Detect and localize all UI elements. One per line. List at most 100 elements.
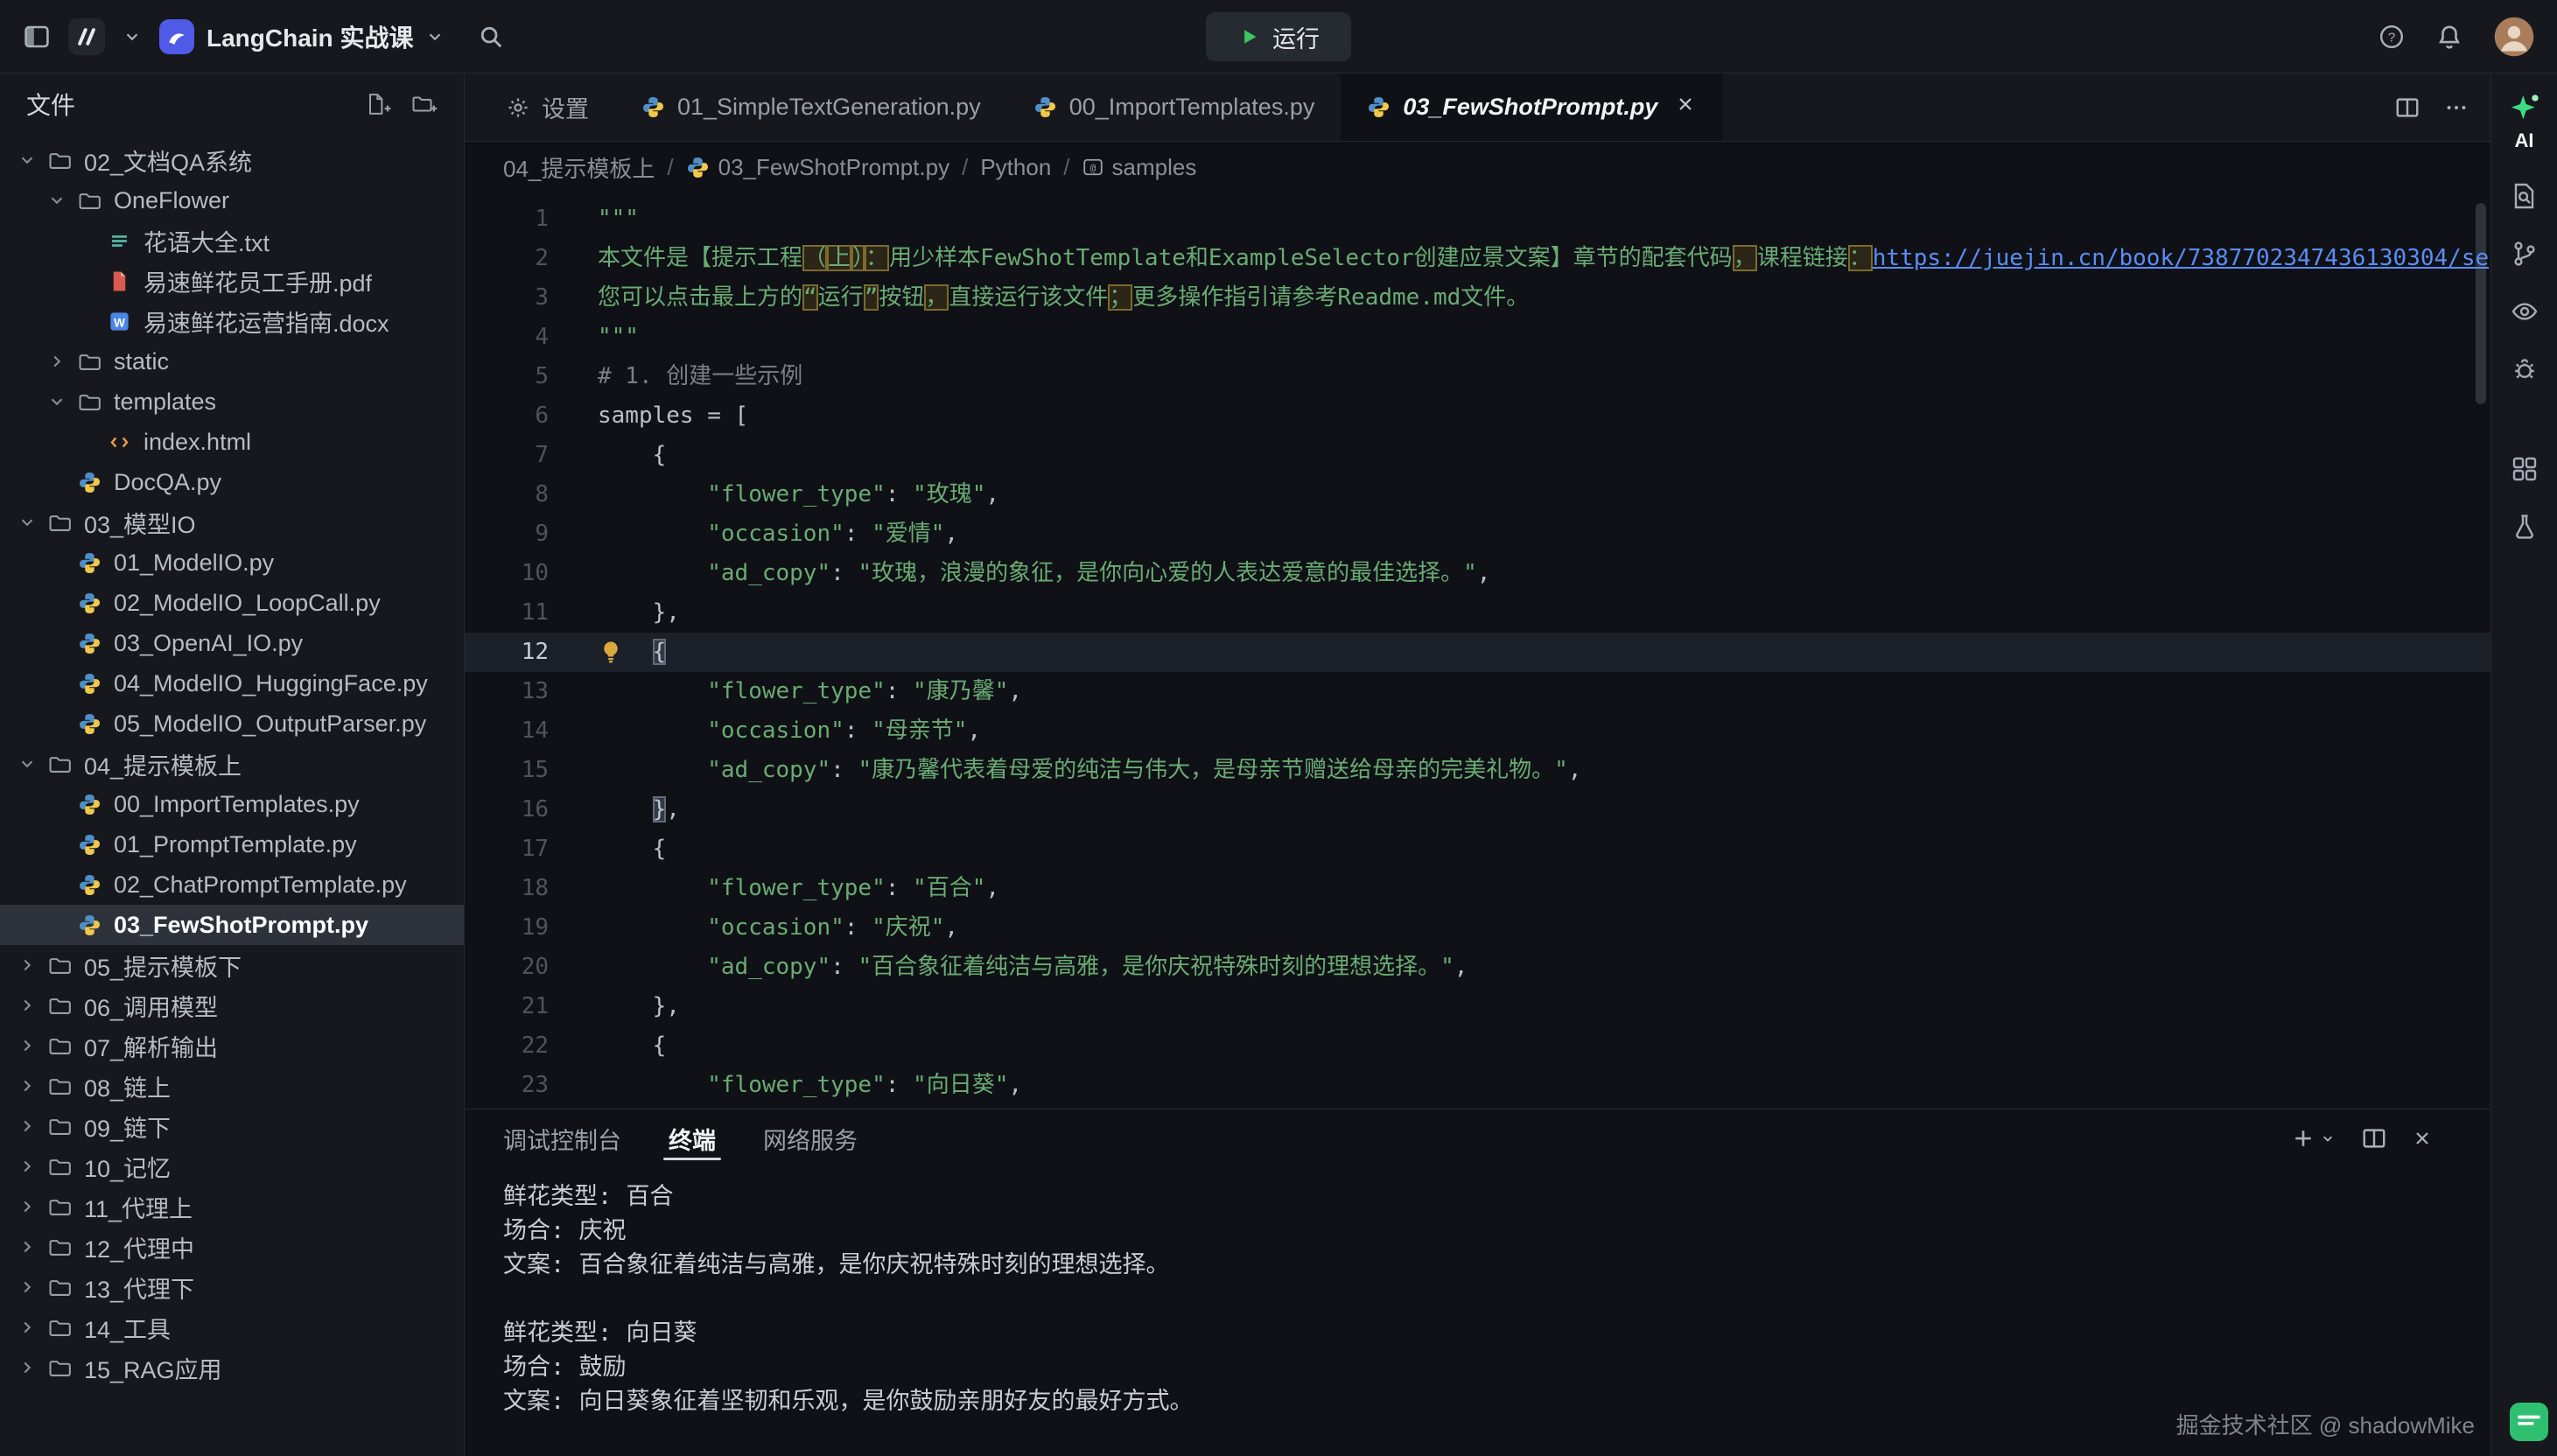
line-number[interactable]: 9 <box>465 514 563 554</box>
tree-item[interactable]: 14_工具 <box>0 1307 464 1348</box>
code-line[interactable]: 14 "occasion": "母亲节", <box>465 711 2490 751</box>
line-number[interactable]: 22 <box>465 1026 563 1066</box>
project-switcher[interactable]: LangChain 实战课 <box>159 19 445 54</box>
tree-item[interactable]: 03_OpenAI_IO.py <box>0 623 464 663</box>
line-number[interactable]: 5 <box>465 357 563 396</box>
user-avatar[interactable] <box>2494 17 2534 57</box>
panel-tab-终端[interactable]: 终端 <box>669 1110 716 1167</box>
tab-00_ImportTemplates.py[interactable]: 00_ImportTemplates.py <box>1007 74 1342 141</box>
line-number[interactable]: 1 <box>465 200 563 239</box>
tree-item[interactable]: 03_FewShotPrompt.py <box>0 905 464 945</box>
line-number[interactable]: 10 <box>465 554 563 593</box>
code-line[interactable]: 5# 1. 创建一些示例 <box>465 357 2490 396</box>
code-line[interactable]: 4""" <box>465 318 2490 357</box>
tree-item[interactable]: static <box>0 341 464 382</box>
line-number[interactable]: 18 <box>465 869 563 908</box>
source-control-icon[interactable] <box>2511 240 2539 268</box>
tab-01_SimpleTextGeneration.py[interactable]: 01_SimpleTextGeneration.py <box>615 74 1007 141</box>
line-number[interactable]: 7 <box>465 436 563 475</box>
code-line[interactable]: 15 "ad_copy": "康乃馨代表着母爱的纯洁与伟大，是母亲节赠送给母亲的… <box>465 751 2490 790</box>
breadcrumb-item[interactable]: 03_FewShotPrompt.py <box>686 154 949 181</box>
breadcrumb-item[interactable]: Python <box>980 154 1051 181</box>
close-icon[interactable] <box>2412 1128 2433 1149</box>
line-number[interactable]: 15 <box>465 751 563 790</box>
line-number[interactable]: 20 <box>465 948 563 987</box>
help-icon[interactable]: ? <box>2378 24 2405 50</box>
breadcrumb-item[interactable]: 04_提示模板上 <box>503 151 655 184</box>
code-line[interactable]: 22 { <box>465 1026 2490 1066</box>
line-number[interactable]: 17 <box>465 830 563 869</box>
code-line[interactable]: 17 { <box>465 830 2490 869</box>
code-line[interactable]: 20 "ad_copy": "百合象征着纯洁与高雅，是你庆祝特殊时刻的理想选择。… <box>465 948 2490 987</box>
test-flask-icon[interactable] <box>2511 513 2539 541</box>
line-number[interactable]: 19 <box>465 908 563 948</box>
code-line[interactable]: 10 "ad_copy": "玫瑰，浪漫的象征，是你向心爱的人表达爱意的最佳选择… <box>465 554 2490 593</box>
code-line[interactable]: 13 "flower_type": "康乃馨", <box>465 672 2490 711</box>
search-icon[interactable] <box>478 24 504 50</box>
tree-item[interactable]: 06_调用模型 <box>0 985 464 1026</box>
debug-bug-icon[interactable] <box>2511 355 2539 383</box>
line-number[interactable]: 21 <box>465 987 563 1026</box>
line-number[interactable]: 23 <box>465 1066 563 1105</box>
tree-item[interactable]: 01_PromptTemplate.py <box>0 824 464 864</box>
code-line[interactable]: 19 "occasion": "庆祝", <box>465 908 2490 948</box>
tree-item[interactable]: 08_链上 <box>0 1066 464 1106</box>
tree-item[interactable]: 07_解析输出 <box>0 1026 464 1066</box>
tree-item[interactable]: 12_代理中 <box>0 1227 464 1267</box>
line-number[interactable]: 4 <box>465 318 563 357</box>
tree-item[interactable]: 05_ModelIO_OutputParser.py <box>0 704 464 744</box>
code-line[interactable]: 21 }, <box>465 987 2490 1026</box>
tree-item[interactable]: 05_提示模板下 <box>0 945 464 985</box>
tree-item[interactable]: 03_模型IO <box>0 502 464 542</box>
line-number[interactable]: 11 <box>465 593 563 633</box>
line-number[interactable]: 2 <box>465 239 563 278</box>
tree-item[interactable]: 10_记忆 <box>0 1146 464 1186</box>
code-editor[interactable]: 1"""2本文件是【提示工程（上）：用少样本FewShotTemplate和Ex… <box>465 192 2490 1109</box>
tree-item[interactable]: 04_ModelIO_HuggingFace.py <box>0 663 464 704</box>
bell-icon[interactable] <box>2436 24 2462 50</box>
code-line[interactable]: 23 "flower_type": "向日葵", <box>465 1066 2490 1105</box>
tree-item[interactable]: 01_ModelIO.py <box>0 542 464 583</box>
more-icon[interactable] <box>2443 94 2469 121</box>
code-line[interactable]: 12 { <box>465 633 2490 672</box>
tree-item[interactable]: DocQA.py <box>0 462 464 502</box>
panel-toggle-icon[interactable] <box>23 23 51 51</box>
chat-widget-icon[interactable] <box>2510 1403 2548 1447</box>
code-line[interactable]: 1""" <box>465 200 2490 239</box>
preview-eye-icon[interactable] <box>2511 298 2539 326</box>
tree-item[interactable]: 02_ChatPromptTemplate.py <box>0 864 464 905</box>
code-line[interactable]: 11 }, <box>465 593 2490 633</box>
breadcrumb-item[interactable]: @samples <box>1082 154 1197 181</box>
tree-item[interactable]: 15_RAG应用 <box>0 1348 464 1388</box>
line-number[interactable]: 3 <box>465 278 563 318</box>
tree-item[interactable]: 02_ModelIO_LoopCall.py <box>0 583 464 623</box>
line-number[interactable]: 6 <box>465 396 563 436</box>
tree-item[interactable]: index.html <box>0 422 464 462</box>
panel-tab-调试控制台[interactable]: 调试控制台 <box>503 1110 621 1167</box>
code-line[interactable]: 6samples = [ <box>465 396 2490 436</box>
file-search-icon[interactable] <box>2511 182 2539 210</box>
close-icon[interactable] <box>1675 94 1696 121</box>
code-line[interactable]: 3您可以点击最上方的“运行”按钮，直接运行该文件；更多操作指引请参考Readme… <box>465 278 2490 318</box>
tree-item[interactable]: 09_链下 <box>0 1106 464 1146</box>
tree-item[interactable]: templates <box>0 382 464 422</box>
code-line[interactable]: 9 "occasion": "爱情", <box>465 514 2490 554</box>
new-folder-icon[interactable] <box>411 92 438 116</box>
extensions-grid-icon[interactable] <box>2511 455 2539 483</box>
tree-item[interactable]: 易速鲜花员工手册.pdf <box>0 261 464 301</box>
tree-item[interactable]: 11_代理上 <box>0 1186 464 1227</box>
tree-item[interactable]: 00_ImportTemplates.py <box>0 784 464 824</box>
line-number[interactable]: 8 <box>465 475 563 514</box>
tree-item[interactable]: W易速鲜花运营指南.docx <box>0 301 464 341</box>
add-terminal-button[interactable] <box>2291 1126 2336 1151</box>
tree-item[interactable]: 花语大全.txt <box>0 220 464 261</box>
code-line[interactable]: 18 "flower_type": "百合", <box>465 869 2490 908</box>
chevron-down-icon[interactable] <box>123 27 142 46</box>
code-line[interactable]: 7 { <box>465 436 2490 475</box>
tab-03_FewShotPrompt.py[interactable]: 03_FewShotPrompt.py <box>1341 74 1722 141</box>
ai-assistant-button[interactable]: AI <box>2507 91 2542 152</box>
code-line[interactable]: 8 "flower_type": "玫瑰", <box>465 475 2490 514</box>
line-number[interactable]: 16 <box>465 790 563 830</box>
line-number[interactable]: 13 <box>465 672 563 711</box>
panel-tab-网络服务[interactable]: 网络服务 <box>763 1110 858 1167</box>
